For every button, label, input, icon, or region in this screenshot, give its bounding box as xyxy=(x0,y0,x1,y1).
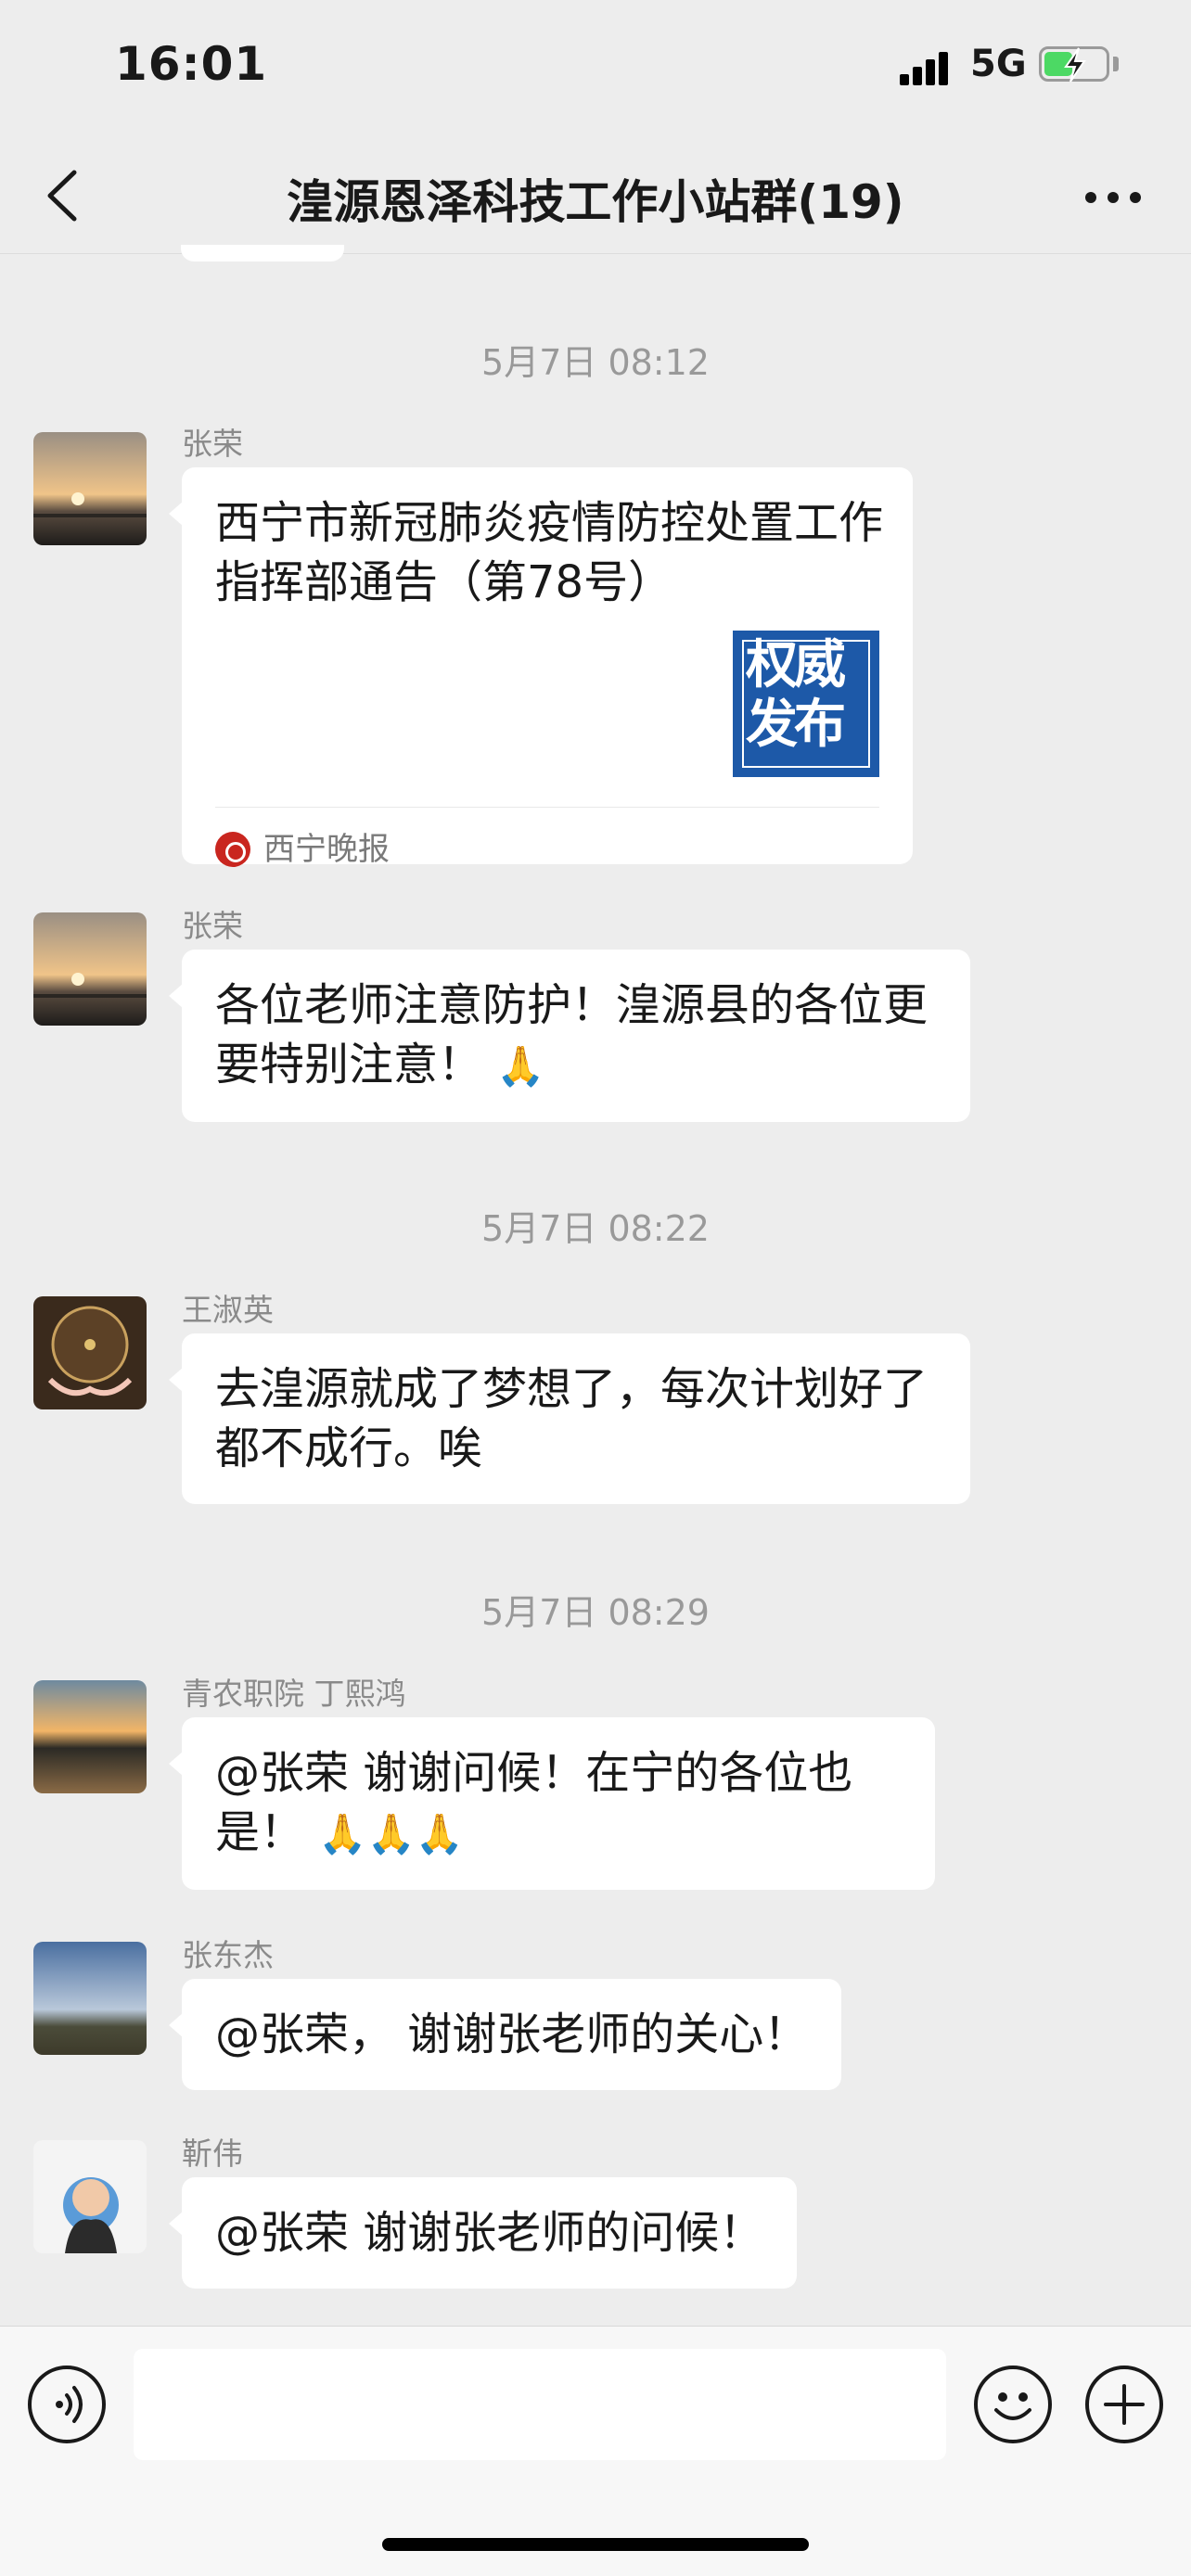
card-divider xyxy=(215,807,879,808)
sender-name: 靳伟 xyxy=(182,2136,243,2172)
sender-name: 王淑英 xyxy=(182,1292,274,1328)
home-indicator xyxy=(382,2538,809,2551)
chat-title: 湟源恩泽科技工作小站群(19) xyxy=(287,175,904,229)
card-source-name: 西宁晚报 xyxy=(263,831,390,868)
link-card[interactable]: 西宁市新冠肺炎疫情防控处置工作指挥部通告（第78号） 权威发布 西宁晚报 xyxy=(169,467,913,868)
card-title: 西宁市新冠肺炎疫情防控处置工作指挥部通告（第78号） xyxy=(215,497,884,608)
source-logo-icon xyxy=(215,832,250,867)
more-button[interactable] xyxy=(1076,174,1150,221)
battery-cap xyxy=(1113,57,1119,71)
card-thumbnail: 权威发布 xyxy=(733,631,879,777)
sender-name: 张东杰 xyxy=(182,1937,274,1973)
message-text: 去湟源就成了梦想了，每次计划好了都不成行。唉 xyxy=(215,1363,928,1474)
pray-emoji: 🙏🙏🙏 xyxy=(318,1811,465,1856)
plus-icon xyxy=(1104,2384,1145,2425)
chat-screen: 16:01 5G 湟源恩泽科技工作小站群(19) 5月7日 08:12 张荣 西… xyxy=(0,0,1191,2576)
battery-icon xyxy=(1039,46,1109,83)
message-text: 各位老师注意防护！湟源县的各位更要特别注意！ xyxy=(215,979,928,1090)
message-text: @张荣， 谢谢张老师的关心！ xyxy=(215,2009,809,2060)
back-button[interactable] xyxy=(37,163,93,228)
emoji-button[interactable] xyxy=(974,2366,1052,2443)
avatar[interactable] xyxy=(33,1680,147,1793)
sender-name: 张荣 xyxy=(182,908,243,944)
message-input[interactable] xyxy=(134,2349,946,2460)
timestamp: 5月7日 08:12 xyxy=(481,342,710,383)
nav-bar: 湟源恩泽科技工作小站群(19) xyxy=(0,139,1191,254)
sender-name: 青农职院 丁熙鸿 xyxy=(182,1676,406,1712)
sender-name: 张荣 xyxy=(182,426,243,462)
message-bubble[interactable]: @张荣， 谢谢张老师的关心！ xyxy=(168,1979,842,2090)
chevron-left-icon xyxy=(47,170,77,222)
message-bubble[interactable]: @张荣 谢谢问候！在宁的各位也是！ 🙏🙏🙏 xyxy=(169,1717,935,1890)
voice-button[interactable] xyxy=(28,2366,106,2443)
pray-emoji: 🙏 xyxy=(496,1043,545,1089)
avatar[interactable] xyxy=(33,432,147,545)
timestamp: 5月7日 08:29 xyxy=(481,1592,710,1633)
message-bubble[interactable]: @张荣 谢谢张老师的问候！ xyxy=(168,2177,798,2289)
message-text: @张荣 谢谢张老师的问候！ xyxy=(215,2207,764,2259)
previous-message-bubble xyxy=(181,245,344,261)
message-bubble[interactable]: 去湟源就成了梦想了，每次计划好了都不成行。唉 xyxy=(169,1333,970,1504)
signal-icon xyxy=(900,48,955,85)
avatar[interactable] xyxy=(33,912,147,1026)
message-text: @张荣 谢谢问候！在宁的各位也是！ xyxy=(215,1747,853,1858)
avatar[interactable] xyxy=(33,1296,147,1409)
timestamp: 5月7日 08:22 xyxy=(481,1208,710,1249)
network-type: 5G xyxy=(970,43,1027,85)
smiley-icon xyxy=(994,2392,1031,2420)
card-source: 西宁晚报 xyxy=(215,820,390,879)
status-time: 16:01 xyxy=(115,37,268,91)
avatar[interactable] xyxy=(33,2140,147,2253)
avatar[interactable] xyxy=(33,1942,147,2055)
voice-icon xyxy=(56,2386,83,2423)
more-functions-button[interactable] xyxy=(1085,2366,1163,2443)
status-bar: 16:01 5G xyxy=(0,0,1191,139)
card-thumbnail-text: 权威发布 xyxy=(746,635,846,755)
message-bubble[interactable]: 各位老师注意防护！湟源县的各位更要特别注意！ 🙏 xyxy=(169,950,970,1122)
